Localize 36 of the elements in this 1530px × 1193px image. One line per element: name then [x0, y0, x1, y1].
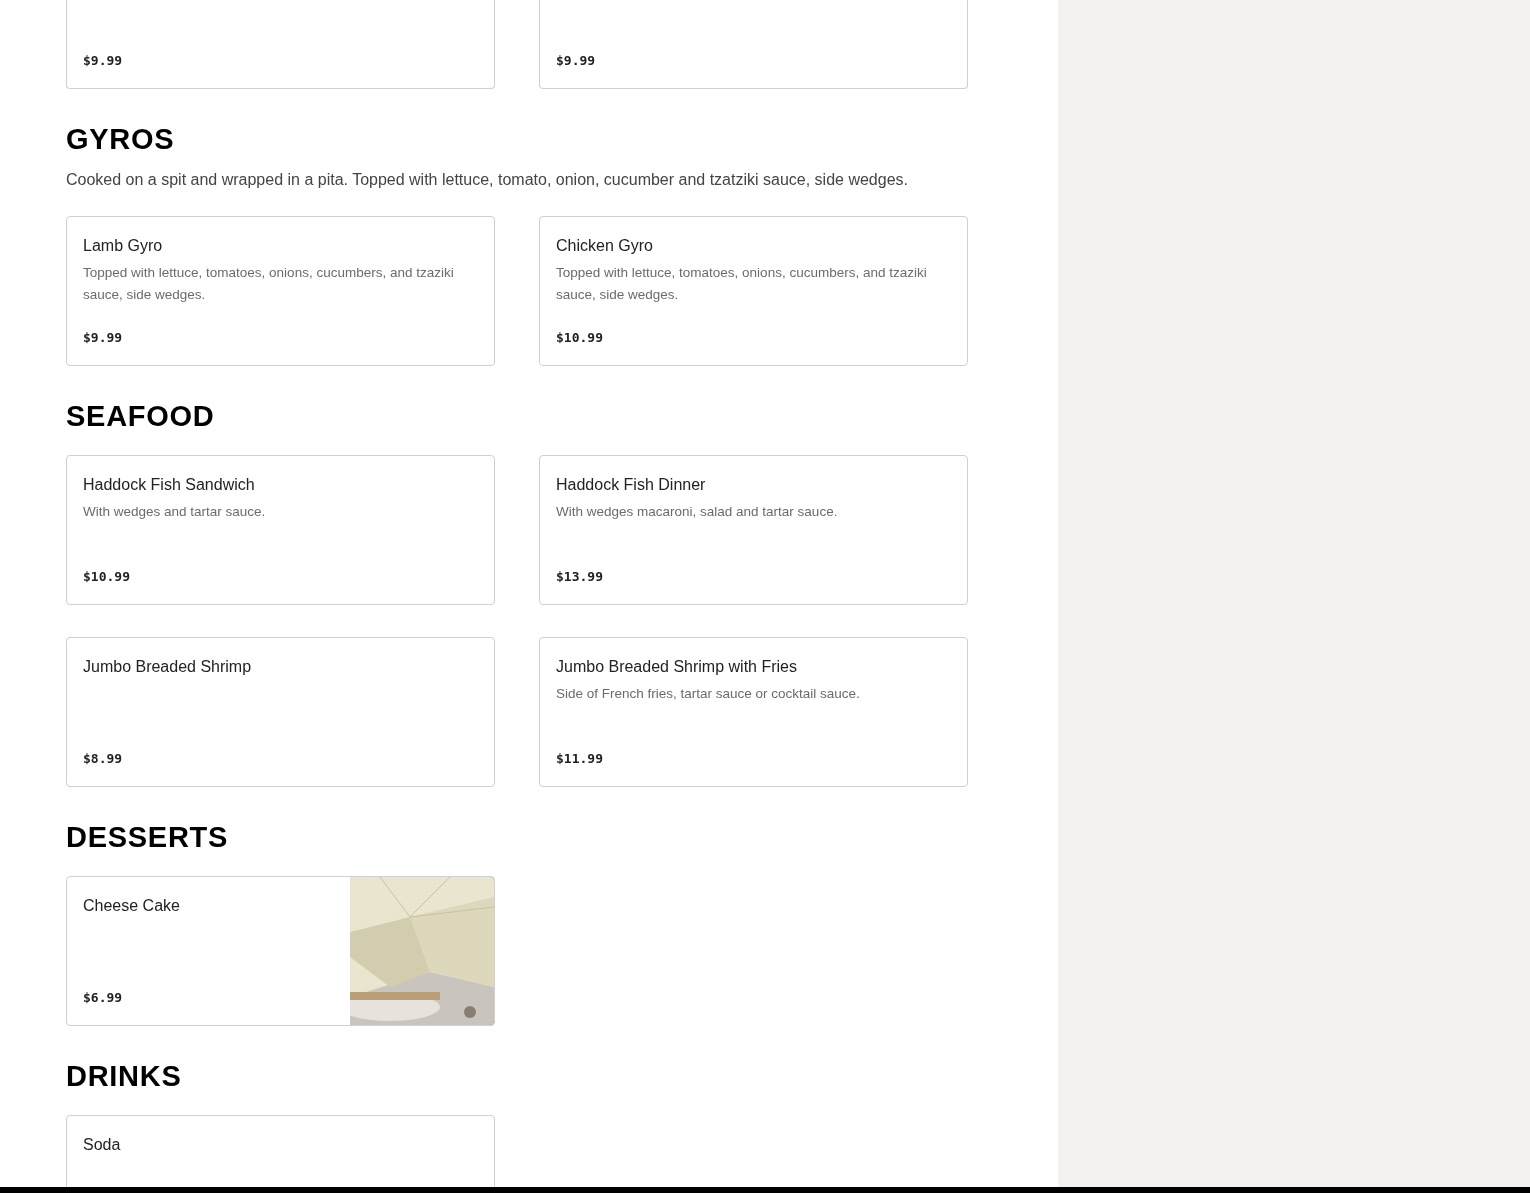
item-price: $10.99 — [83, 568, 131, 586]
menu-item-card[interactable]: Jumbo Breaded Shrimp with Fries Side of French fries, tartar sauce or cocktail sauce. $11.99 — [539, 637, 968, 787]
item-name: Jumbo Breaded Shrimp with Fries — [556, 657, 798, 677]
item-name: Soda — [83, 1135, 122, 1155]
section-heading: SEAFOOD — [66, 401, 216, 431]
item-name: Jumbo Breaded Shrimp — [83, 657, 253, 677]
item-description: With wedges macaroni, salad and tartar sauce. — [556, 503, 839, 521]
item-price: $13.99 — [556, 568, 604, 586]
section-heading: DRINKS — [66, 1061, 183, 1091]
item-price: $8.99 — [83, 750, 124, 768]
item-price: $9.99 — [556, 52, 597, 70]
section-heading: GYROS — [66, 124, 176, 154]
item-description: Topped with lettuce, tomatoes, onions, cucumbers, and tzaziki sauce, side wedges. — [556, 264, 928, 304]
item-description: Side of French fries, tartar sauce or cocktail sauce. — [556, 685, 861, 703]
item-price: $9.99 — [83, 329, 124, 347]
menu-item-card[interactable]: Lamb Gyro Topped with lettuce, tomatoes, onions, cucumbers, and tzaziki sauce, side wedges. $9.99 — [66, 216, 495, 366]
menu-item-card[interactable]: Chicken Gyro Topped with lettuce, tomatoes, onions, cucumbers, and tzaziki sauce, side wedges. $10.99 — [539, 216, 968, 366]
item-price: $11.99 — [556, 750, 604, 768]
menu-item-card[interactable]: Jumbo Breaded Shrimp $8.99 — [66, 637, 495, 787]
item-name: Haddock Fish Sandwich — [83, 475, 256, 495]
item-price: $10.99 — [556, 329, 604, 347]
item-name: Lamb Gyro — [83, 236, 164, 256]
item-description: Topped with lettuce, tomatoes, onions, cucumbers, and tzaziki sauce, side wedges. — [83, 264, 455, 304]
section-description: Cooked on a spit and wrapped in a pita. Topped with lettuce, tomato, onion, cucumber and tzatziki sauce, side wedges. — [66, 170, 909, 190]
item-name: Cheese Cake — [83, 896, 181, 916]
item-name: Haddock Fish Dinner — [556, 475, 707, 495]
menu-item-card[interactable]: Haddock Fish Sandwich With wedges and tartar sauce. $10.99 — [66, 455, 495, 605]
section-heading: DESSERTS — [66, 822, 230, 852]
menu-item-card[interactable]: Haddock Fish Dinner With wedges macaroni, salad and tartar sauce. $13.99 — [539, 455, 968, 605]
item-name: Chicken Gyro — [556, 236, 654, 256]
menu-item-card[interactable]: Cheese Cake $6.99 — [66, 876, 495, 1026]
item-price: $9.99 — [83, 52, 124, 70]
menu-item-card[interactable]: $9.99 — [66, 0, 495, 89]
menu-item-card[interactable]: $9.99 — [539, 0, 968, 89]
item-price: $6.99 — [83, 989, 124, 1007]
item-description: With wedges and tartar sauce. — [83, 503, 267, 521]
